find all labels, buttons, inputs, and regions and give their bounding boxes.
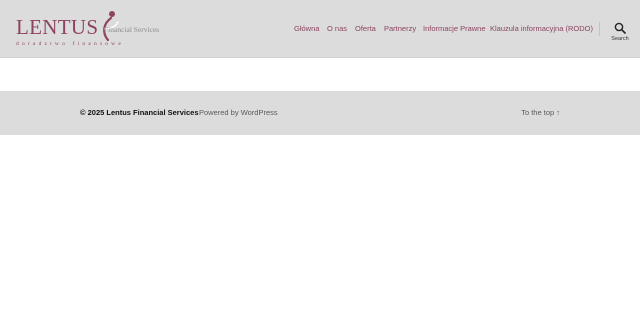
to-top-link[interactable]: To the top ↑ — [521, 108, 560, 117]
nav-item-glowna[interactable]: Główna — [294, 23, 319, 35]
search-label: Search — [611, 36, 629, 42]
nav-item-informacje-prawne[interactable]: Informacje Prawne — [423, 23, 486, 35]
search-button[interactable]: Search — [607, 22, 633, 44]
site-footer: © 2025 Lentus Financial Services Powered… — [0, 91, 640, 135]
nav-item-o-nas[interactable]: O nas — [327, 23, 347, 35]
footer-copyright: © 2025 Lentus Financial Services — [80, 108, 199, 117]
nav-item-partnerzy[interactable]: Partnerzy — [384, 23, 416, 35]
site-logo[interactable]: LENTUS Financial Services doradztwo fina… — [14, 9, 166, 51]
nav-item-klauzula-rodo[interactable]: Klauzula informacyjna (RODO) — [490, 23, 593, 35]
logo-wordmark: LENTUS — [16, 15, 99, 39]
powered-by-link[interactable]: Powered by WordPress — [199, 108, 278, 117]
site-header: LENTUS Financial Services doradztwo fina… — [0, 0, 640, 58]
nav-divider — [599, 22, 600, 36]
logo-subtitle: Financial Services — [104, 25, 160, 34]
nav-item-oferta[interactable]: Oferta — [355, 23, 376, 35]
logo-tagline: doradztwo finansowe — [16, 41, 124, 47]
search-icon — [614, 22, 626, 34]
